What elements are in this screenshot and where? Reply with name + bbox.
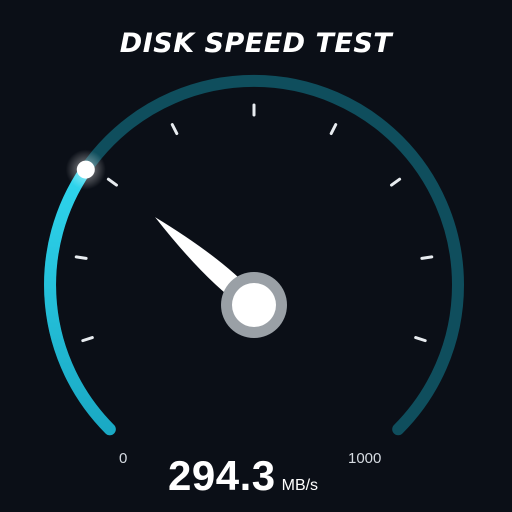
gauge-track [44, 74, 464, 436]
gauge-tick [420, 255, 434, 260]
gauge-tick [390, 177, 402, 187]
gauge-tick [329, 123, 338, 136]
needle-hub [232, 283, 276, 327]
speed-test-screen: DISK SPEED TEST 0 1000 294.3 MB/s [0, 0, 512, 512]
speed-unit: MB/s [281, 477, 319, 494]
scale-min-label: 0 [119, 450, 128, 467]
gauge-tick [81, 336, 94, 343]
speed-value: 294.3 [168, 452, 276, 499]
gauge-tick [106, 177, 118, 187]
gauge-progress-arc [44, 163, 116, 436]
speed-readout: 294.3 MB/s [168, 452, 318, 500]
speed-gauge [44, 74, 464, 436]
scale-max-label: 1000 [348, 450, 382, 467]
progress-knob [76, 160, 95, 179]
gauge-tick [170, 123, 179, 136]
gauge-tick [414, 336, 427, 343]
gauge-tick [74, 255, 88, 260]
